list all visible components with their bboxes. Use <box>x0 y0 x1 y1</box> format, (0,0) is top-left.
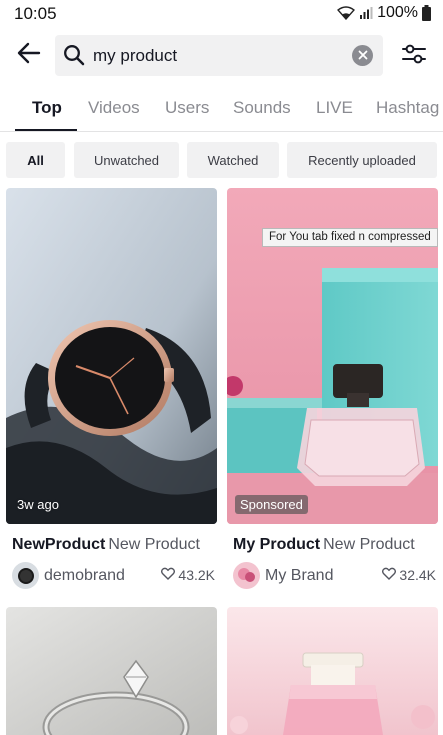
battery-percent: 100% <box>377 4 418 21</box>
video-thumbnail[interactable]: 3w ago <box>6 188 217 524</box>
avatar[interactable] <box>233 562 260 589</box>
results-tabs: Top Videos Users Sounds LIVE Hashtag <box>0 88 443 132</box>
watch-image <box>6 188 217 524</box>
sponsored-badge: Sponsored <box>235 495 308 514</box>
clear-button[interactable] <box>352 45 373 66</box>
like-count-value: 32.4K <box>399 567 436 583</box>
author-row: My Brand 32.4K <box>233 562 436 590</box>
battery-icon <box>422 5 431 21</box>
back-button[interactable] <box>12 38 46 72</box>
video-thumbnail[interactable] <box>227 607 438 735</box>
heart-icon <box>161 567 176 583</box>
chip-all[interactable]: All <box>6 142 65 178</box>
search-bar[interactable]: my product <box>55 35 383 76</box>
like-count: 32.4K <box>382 567 436 583</box>
tab-videos[interactable]: Videos <box>88 98 140 118</box>
active-tab-indicator <box>15 129 77 131</box>
result-card[interactable] <box>227 607 438 735</box>
tab-users[interactable]: Users <box>165 98 209 118</box>
video-title: My Product New Product <box>233 536 415 554</box>
video-title-bold: NewProduct <box>12 536 106 553</box>
search-header: my product <box>0 30 443 82</box>
avatar[interactable] <box>12 562 39 589</box>
filter-chips: All Unwatched Watched Recently uploaded <box>0 142 443 178</box>
filter-button[interactable] <box>398 40 430 72</box>
status-bar: 10:05 100% <box>0 0 443 28</box>
video-title-rest: New Product <box>108 536 200 553</box>
tab-live[interactable]: LIVE <box>316 98 353 118</box>
result-card[interactable] <box>6 607 217 735</box>
author-name[interactable]: demobrand <box>44 567 125 585</box>
tab-hashtag[interactable]: Hashtag <box>376 98 439 118</box>
wifi-icon <box>337 6 356 20</box>
tab-top[interactable]: Top <box>32 98 62 118</box>
author-name[interactable]: My Brand <box>265 567 333 585</box>
filter-sliders-icon <box>401 43 427 70</box>
video-thumbnail[interactable] <box>6 607 217 735</box>
video-title-bold: My Product <box>233 536 321 553</box>
signal-icon <box>359 6 373 20</box>
search-icon <box>63 44 85 71</box>
status-time: 10:05 <box>14 4 57 23</box>
ring-image <box>6 607 217 735</box>
upload-age-badge: 3w ago <box>17 497 59 512</box>
heart-icon <box>382 567 397 583</box>
like-count: 43.2K <box>161 567 215 583</box>
jar-image <box>227 607 438 735</box>
like-count-value: 43.2K <box>178 567 215 583</box>
tooltip: For You tab fixed n compressed <box>262 228 438 247</box>
search-input[interactable]: my product <box>93 46 177 66</box>
clear-icon <box>358 47 368 65</box>
chip-unwatched[interactable]: Unwatched <box>74 142 179 178</box>
back-arrow-icon <box>17 42 41 69</box>
status-icons: 100% <box>337 4 431 22</box>
video-title: NewProduct New Product <box>12 536 200 554</box>
author-row: demobrand 43.2K <box>12 562 215 590</box>
chip-watched[interactable]: Watched <box>187 142 279 178</box>
chip-recently-uploaded[interactable]: Recently uploaded <box>287 142 437 178</box>
video-title-rest: New Product <box>323 536 415 553</box>
tab-sounds[interactable]: Sounds <box>233 98 291 118</box>
